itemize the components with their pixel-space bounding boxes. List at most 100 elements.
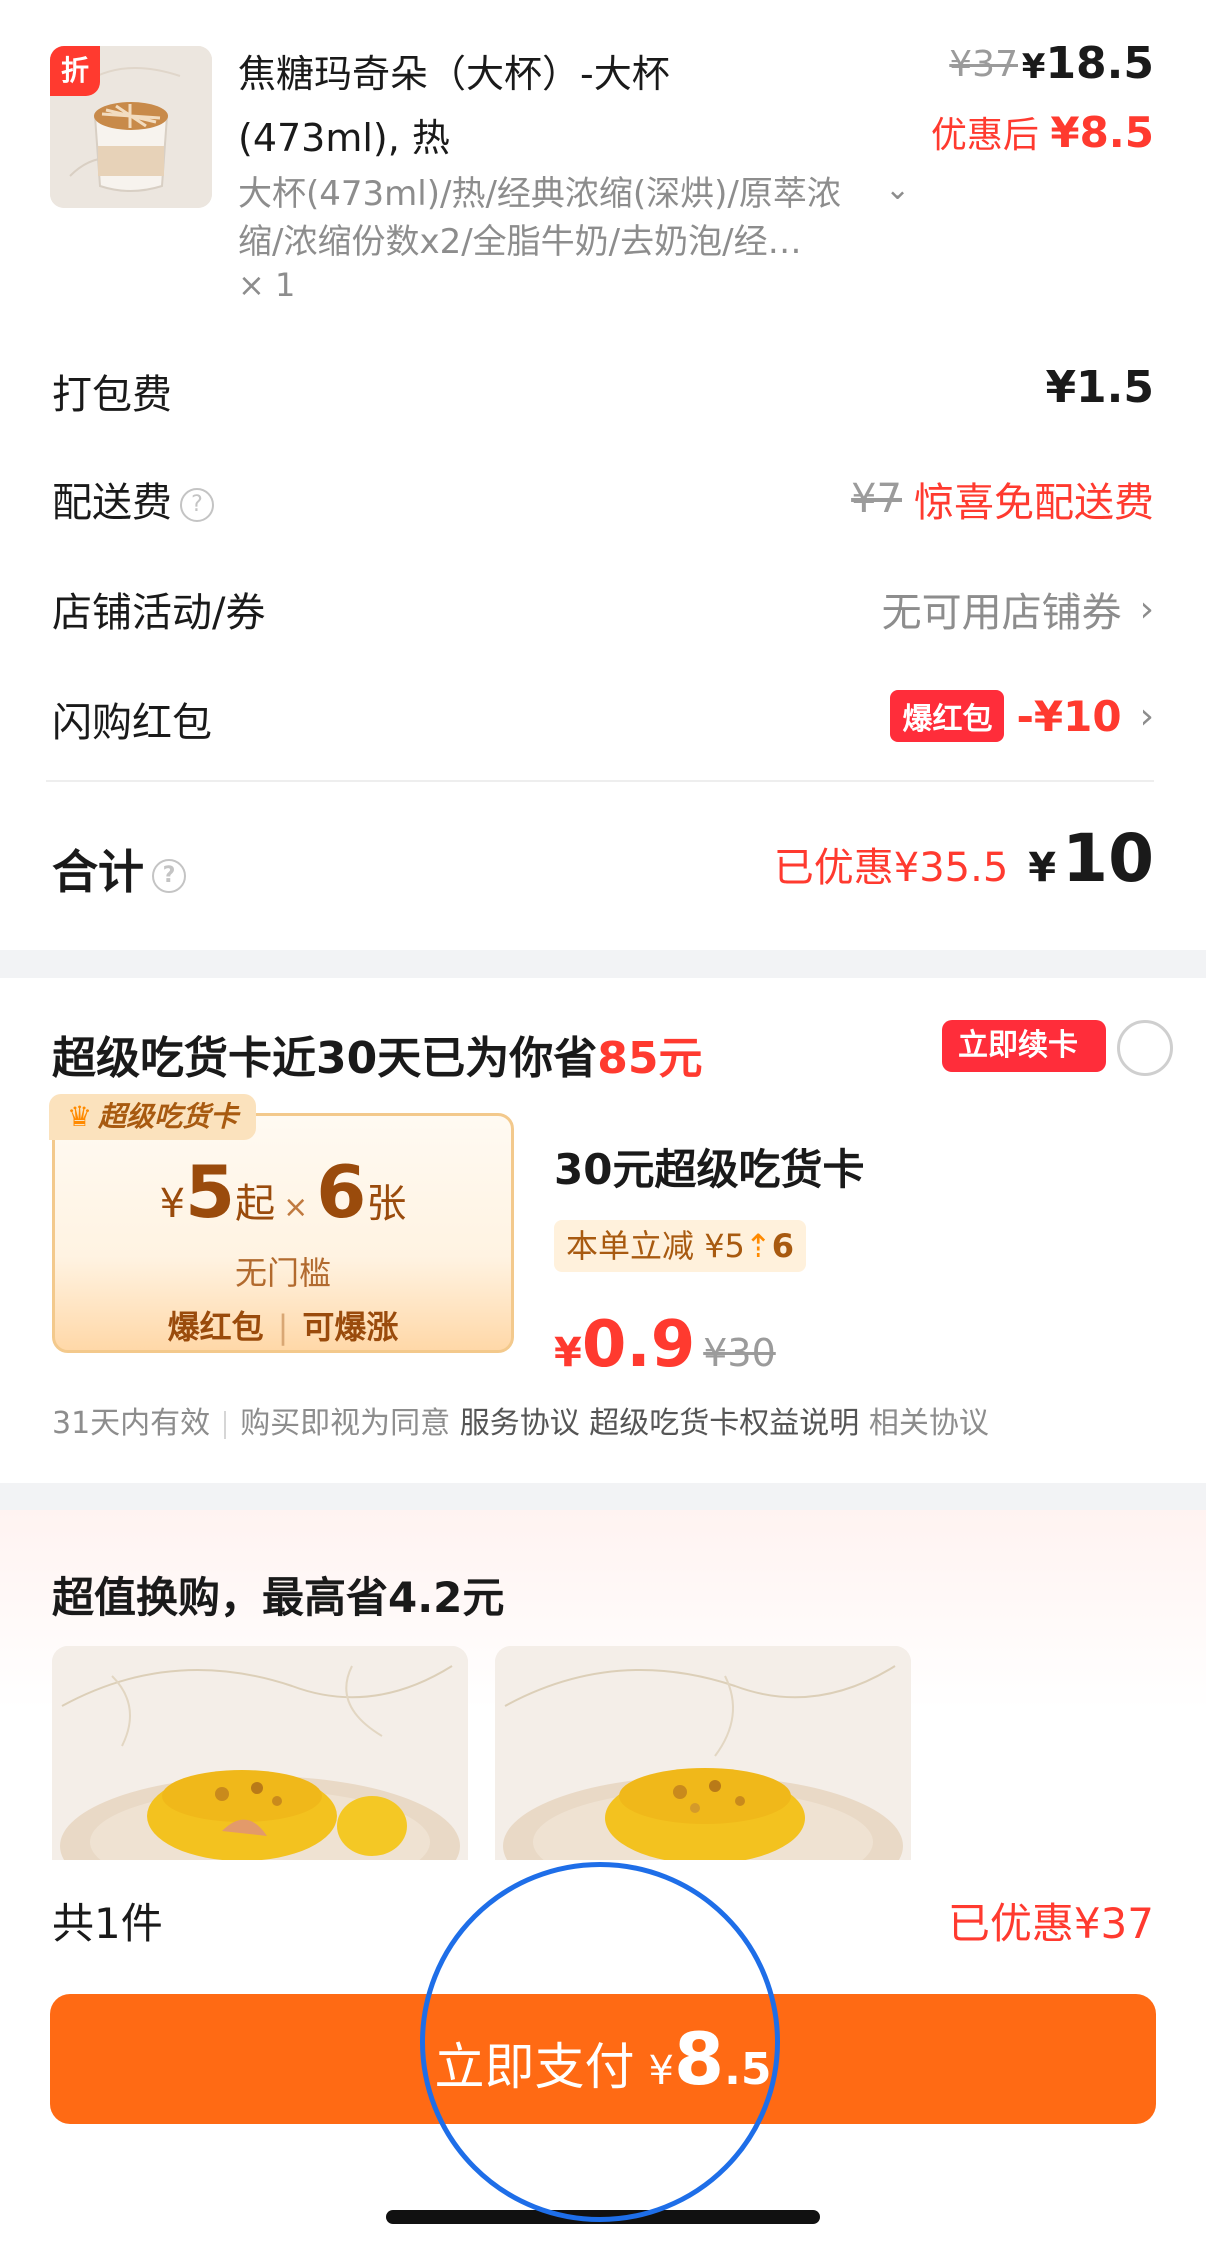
coupon-feature-1: 爆红包 [167,1308,264,1346]
pay-label: 立即支付 [434,2038,635,2096]
redpacket-label: 闪购红包 [52,700,212,746]
card-tag-prefix: 本单立减 [566,1227,695,1265]
divider [224,1410,227,1439]
exchange-item-2[interactable] [495,1646,911,1866]
delivery-fee-row: 配送费? ¥7 惊喜免配送费 [52,470,1154,530]
delivery-fee-original: ¥7 [851,476,902,522]
product-price: ¥18.5 [1022,38,1154,89]
delivery-fee-right: ¥7 惊喜免配送费 [851,470,1154,528]
product-spec-line2: 缩/浓缩份数x2/全脂牛奶/去奶泡/经… [238,222,802,262]
bottom-action-bar: 共1件 已优惠¥37 立即支付 ¥8.5 [0,1860,1206,2251]
packaging-fee-row: 打包费 ¥1.5 [52,362,1154,422]
pay-dec: .5 [724,2044,772,2095]
packaging-fee-value: ¥1.5 [1045,362,1154,413]
total-value: 10 [1062,820,1154,897]
coupon-times: × [283,1190,309,1225]
pay-int: 8 [674,2017,725,2101]
chevron-right-icon: › [1139,588,1154,630]
store-coupon-row[interactable]: 店铺活动/券 无可用店铺券 › [52,580,1154,640]
divider [46,780,1154,782]
feature-separator: | [277,1308,289,1346]
coupon-from: 起 [235,1181,276,1227]
renew-card-button[interactable]: 立即续卡 [942,1020,1106,1072]
packaging-fee-label: 打包费 [52,372,172,418]
product-image[interactable]: 折 [50,46,212,208]
pay-now-button[interactable]: 立即支付 ¥8.5 [50,1994,1156,2124]
exchange-title: 超值换购，最高省4.2元 [52,1573,505,1622]
item-count: 共1件 [52,1899,163,1948]
vip-badge-label: 超级吃货卡 [98,1100,239,1133]
card-price-yen: ¥ [554,1330,582,1376]
coupon-box[interactable]: ♛ 超级吃货卡 ¥5起 × 6张 无门槛 爆红包 | 可爆涨 [49,1094,514,1353]
vip-card-tag: 本单立减 ¥5⇡6 [554,1220,806,1272]
price-currency: ¥ [1021,47,1046,87]
delivery-fee-label-wrap: 配送费? [52,470,214,528]
vip-title-prefix: 超级吃货卡近30天已为你省 [52,1033,598,1084]
price-value: 18.5 [1045,38,1154,89]
after-value: ¥8.5 [1050,108,1154,157]
redpacket-value: -¥10 [1016,691,1122,741]
coupon-unit: 张 [366,1181,407,1227]
redpacket-tag: 爆红包 [890,690,1005,742]
order-summary-card: 折 焦糖玛奇朵（大杯）-大杯 (473ml), 热 大杯(473ml)/热/经典… [0,0,1206,950]
product-spec[interactable]: 大杯(473ml)/热/经典浓缩(深烘)/原萃浓 缩/浓缩份数x2/全脂牛奶/去… [238,170,918,266]
coupon-features: 爆红包 | 可爆涨 [55,1302,511,1348]
exchange-item-1[interactable] [52,1646,468,1866]
bottom-saved: 已优惠¥37 [947,1899,1154,1948]
vip-badge: ♛ 超级吃货卡 [49,1094,257,1140]
delivery-fee-value: 惊喜免配送费 [914,480,1154,526]
coupon-count: 6 [316,1150,367,1234]
total-right: 已优惠¥35.5 ¥10 [774,820,1154,897]
service-agreement-link[interactable]: 服务协议 [460,1406,580,1441]
redpacket-right: 爆红包 -¥10 › [890,690,1154,742]
chevron-down-icon[interactable]: ⌄ [885,172,910,207]
chevron-right-icon: › [1139,695,1154,737]
discount-tag: 折 [50,46,100,96]
product-name-line2: (473ml), 热 [238,116,450,160]
product-name[interactable]: 焦糖玛奇朵（大杯）-大杯 (473ml), 热 [238,42,798,170]
related-agreements-link[interactable]: 相关协议 [869,1406,989,1441]
store-coupon-label: 店铺活动/券 [52,590,266,636]
total-label: 合计 [52,845,144,899]
coupon-yen: ¥ [159,1181,186,1227]
card-price-original: ¥30 [703,1331,776,1375]
coupon-threshold: 无门槛 [234,1254,331,1292]
product-name-line1: 焦糖玛奇朵（大杯）-大杯 [238,52,670,96]
store-coupon-right: 无可用店铺券 › [882,580,1154,638]
product-after-price: 优惠后 ¥8.5 [931,106,1154,158]
vip-title: 超级吃货卡近30天已为你省85元 [52,1022,702,1086]
vip-benefits-link[interactable]: 超级吃货卡权益说明 [589,1406,859,1441]
help-icon[interactable]: ? [152,858,186,893]
arrow-up-icon: ⇡ [744,1227,772,1265]
crown-icon: ♛ [67,1100,93,1133]
total-saved: 已优惠¥35.5 [773,845,1009,891]
vip-validity: 31天内有效 [52,1406,211,1441]
delivery-fee-label: 配送费 [52,480,172,526]
vip-terms: 31天内有效 购买即视为同意 服务协议 超级吃货卡权益说明 相关协议 [52,1398,989,1442]
total-label-wrap: 合计? [52,836,186,902]
vip-card-price: ¥0.9 ¥30 [554,1308,776,1382]
vip-select-radio[interactable] [1117,1020,1173,1076]
store-coupon-value: 无可用店铺券 [881,590,1122,636]
coupon-amount: 5 [185,1150,236,1234]
coupon-feature-2: 可爆涨 [302,1308,399,1346]
vip-title-amount: 85元 [597,1033,703,1084]
vip-card-section: 超级吃货卡近30天已为你省85元 立即续卡 ♛ 超级吃货卡 ¥5起 × 6张 无门槛 … [0,978,1206,1483]
vip-agree-text: 购买即视为同意 [240,1406,451,1441]
card-price-value: 0.9 [581,1308,696,1382]
help-icon[interactable]: ? [180,488,214,522]
vip-card-name: 30元超级吃货卡 [554,1145,865,1194]
card-tag-from: ¥5 [704,1227,745,1265]
coupon-main: ¥5起 × 6张 [55,1150,511,1234]
redpacket-row[interactable]: 闪购红包 爆红包 -¥10 › [52,690,1154,750]
home-indicator[interactable] [386,2210,820,2224]
after-label: 优惠后 [930,115,1039,156]
pastry-image [495,1646,911,1866]
pastry-image [52,1646,468,1866]
product-quantity: × 1 [238,266,296,304]
product-original-price: ¥37 [949,44,1018,85]
pay-yen: ¥ [648,2048,674,2094]
card-tag-to: 6 [771,1227,794,1265]
total-amount: ¥10 [1028,820,1154,897]
product-spec-line1: 大杯(473ml)/热/经典浓缩(深烘)/原萃浓 [238,174,841,214]
